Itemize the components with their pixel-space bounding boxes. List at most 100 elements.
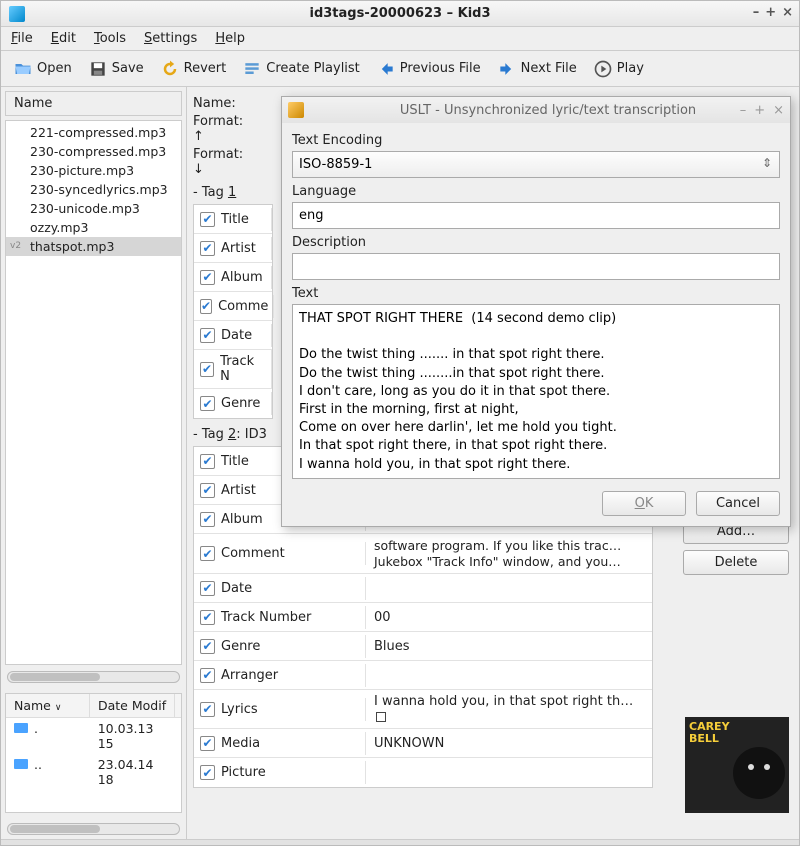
checkbox-icon[interactable] [200, 702, 215, 717]
tag2-field-value[interactable]: I wanna hold you, in that spot right th… [366, 690, 652, 728]
text-textarea[interactable] [292, 304, 780, 479]
checkbox-icon[interactable] [200, 736, 215, 751]
dialog-minimize-button[interactable]: – [740, 103, 747, 118]
create-playlist-button[interactable]: Create Playlist [236, 56, 366, 82]
dialog-close-button[interactable]: × [773, 103, 784, 118]
dialog-title: USLT - Unsynchronized lyric/text transcr… [312, 103, 784, 118]
window-title: id3tags-20000623 – Kid3 [309, 6, 490, 21]
window-close-button[interactable]: × [782, 5, 793, 20]
checkbox-icon[interactable] [200, 212, 215, 227]
tag2-field-value[interactable]: UNKNOWN [366, 732, 652, 755]
file-tree-header[interactable]: Name [5, 91, 182, 116]
play-button[interactable]: Play [587, 56, 650, 82]
tag2-field-value[interactable] [366, 769, 652, 777]
checkbox-icon[interactable] [200, 454, 215, 469]
checkbox-icon[interactable] [200, 299, 212, 314]
tag2-field-label[interactable]: Lyrics [194, 698, 366, 721]
language-input[interactable] [292, 202, 780, 229]
description-input[interactable] [292, 253, 780, 280]
col-name-header[interactable]: Name∨ [6, 694, 90, 717]
tag1-field[interactable]: Track N [194, 350, 272, 388]
description-label: Description [292, 235, 780, 250]
folder-list[interactable]: Name∨ Date Modif .10.03.13 15..23.04.14 … [5, 693, 182, 813]
checkbox-icon[interactable] [200, 765, 215, 780]
tag1-field[interactable]: Album [194, 266, 272, 289]
album-art[interactable]: CAREYBELL [685, 717, 789, 813]
statusbar [1, 839, 799, 845]
checkbox-icon[interactable] [200, 483, 215, 498]
tag2-field-label[interactable]: Comment [194, 542, 366, 565]
window-maximize-button[interactable]: + [765, 5, 776, 20]
language-label: Language [292, 184, 780, 199]
app-icon [9, 6, 25, 22]
next-file-button[interactable]: Next File [491, 56, 583, 82]
play-icon [593, 59, 613, 79]
file-tree-scrollbar[interactable] [7, 671, 180, 683]
folder-row[interactable]: .10.03.13 15 [6, 718, 181, 754]
tag1-field[interactable]: Date [194, 324, 272, 347]
checkbox-icon[interactable] [200, 362, 214, 377]
toolbar: Open Save Revert Create Playlist Previou… [1, 51, 799, 87]
tag2-field-value[interactable]: Blues [366, 635, 652, 658]
dialog-maximize-button[interactable]: + [754, 103, 765, 118]
window-minimize-button[interactable]: – [753, 5, 760, 20]
tag1-field[interactable]: Title [194, 208, 272, 231]
open-button[interactable]: Open [7, 56, 78, 82]
checkbox-icon[interactable] [200, 328, 215, 343]
file-tree-item[interactable]: 230-unicode.mp3 [6, 199, 181, 218]
tag1-field[interactable]: Comme [194, 295, 274, 318]
text-label: Text [292, 286, 780, 301]
menu-settings[interactable]: Settings [144, 31, 197, 46]
menu-file[interactable]: File [11, 31, 33, 46]
tag2-field-label[interactable]: Date [194, 577, 366, 600]
file-tree[interactable]: 221-compressed.mp3230-compressed.mp3230-… [5, 120, 182, 665]
checkbox-icon[interactable] [200, 270, 215, 285]
tag2-field-label[interactable]: Media [194, 732, 366, 755]
dialog-icon [288, 102, 304, 118]
save-icon [88, 59, 108, 79]
checkbox-icon[interactable] [200, 396, 215, 411]
tag2-field-value[interactable]: 00 [366, 606, 652, 629]
previous-file-button[interactable]: Previous File [370, 56, 487, 82]
menu-help[interactable]: Help [215, 31, 245, 46]
arrow-right-icon [497, 59, 517, 79]
menu-tools[interactable]: Tools [94, 31, 126, 46]
titlebar: id3tags-20000623 – Kid3 – + × [1, 1, 799, 27]
folder-open-icon [13, 59, 33, 79]
ok-button[interactable]: OK [602, 491, 686, 516]
file-tree-item[interactable]: ozzy.mp3 [6, 218, 181, 237]
cancel-button[interactable]: Cancel [696, 491, 780, 516]
file-tree-item[interactable]: 230-syncedlyrics.mp3 [6, 180, 181, 199]
save-button[interactable]: Save [82, 56, 150, 82]
tag1-field[interactable]: Artist [194, 237, 272, 260]
checkbox-icon[interactable] [200, 668, 215, 683]
tag2-field-label[interactable]: Picture [194, 761, 366, 784]
folder-list-scrollbar[interactable] [7, 823, 180, 835]
delete-button[interactable]: Delete [683, 550, 789, 575]
file-tree-item[interactable]: v2thatspot.mp3 [6, 237, 181, 256]
tag1-table: Title Artist Album Comme Date Track N Genre [193, 204, 273, 419]
revert-button[interactable]: Revert [154, 56, 233, 82]
checkbox-icon[interactable] [200, 241, 215, 256]
folder-row[interactable]: ..23.04.14 18 [6, 754, 181, 790]
checkbox-icon[interactable] [200, 512, 215, 527]
format-up-label[interactable]: Format: ↑ [193, 114, 255, 144]
checkbox-icon[interactable] [200, 639, 215, 654]
col-date-header[interactable]: Date Modif [90, 694, 175, 717]
checkbox-icon[interactable] [200, 581, 215, 596]
menu-edit[interactable]: Edit [51, 31, 76, 46]
file-tree-item[interactable]: 221-compressed.mp3 [6, 123, 181, 142]
tag2-field-label[interactable]: Track Number [194, 606, 366, 629]
tag2-field-label[interactable]: Arranger [194, 664, 366, 687]
format-down-label[interactable]: Format: ↓ [193, 147, 255, 177]
tag2-field-value[interactable] [366, 584, 652, 592]
checkbox-icon[interactable] [200, 546, 215, 561]
checkbox-icon[interactable] [200, 610, 215, 625]
encoding-select[interactable]: ISO-8859-1 [292, 151, 780, 178]
tag2-field-value[interactable] [366, 671, 652, 679]
file-tree-item[interactable]: 230-picture.mp3 [6, 161, 181, 180]
tag2-field-label[interactable]: Genre [194, 635, 366, 658]
tag2-field-value[interactable]: software program. If you like this trac…… [366, 534, 652, 573]
file-tree-item[interactable]: 230-compressed.mp3 [6, 142, 181, 161]
tag1-field[interactable]: Genre [194, 392, 272, 415]
